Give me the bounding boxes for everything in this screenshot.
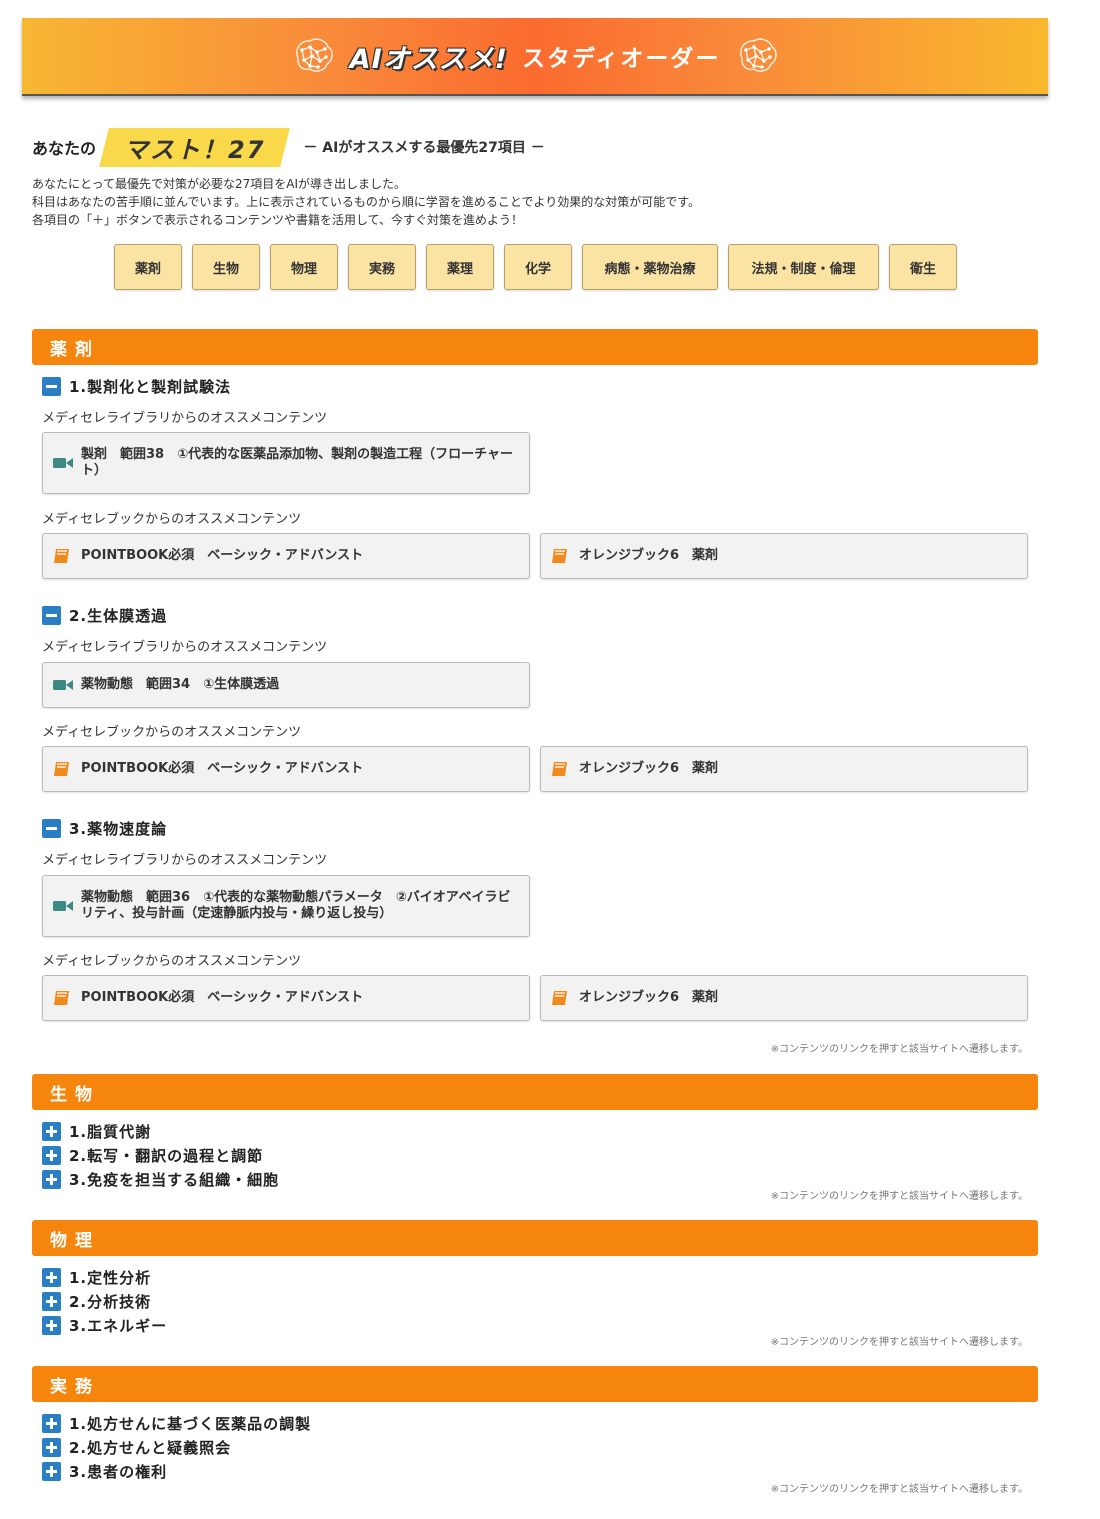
- subject-button-yakuzai[interactable]: 薬剤: [114, 244, 182, 290]
- intro-text: あなたにとって最優先で対策が必要な27項目をAIが導き出しました。 科目はあなた…: [32, 177, 701, 227]
- section-header-seibutsu: 生物: [32, 1074, 1038, 1110]
- link-note: ※コンテンツのリンクを押すと該当サイトへ遷移します。: [770, 1484, 1028, 1495]
- subject-button-butsuri[interactable]: 物理: [270, 244, 338, 290]
- link-note: ※コンテンツのリンクを押すと該当サイトへ遷移します。: [770, 1337, 1028, 1348]
- header-banner: AIオススメ! スタディオーダー: [22, 18, 1048, 96]
- minus-square-icon[interactable]: [42, 818, 61, 838]
- subject-button-yakuri[interactable]: 薬理: [426, 244, 494, 290]
- book-icon: [54, 762, 69, 776]
- book-icon: [54, 549, 69, 563]
- book-label: メディセレブックからのオススメコンテンツ: [42, 725, 302, 740]
- video-camera-icon: [53, 901, 73, 911]
- book-icon: [54, 991, 69, 1005]
- section-header-yakuzai: 薬剤: [32, 329, 1038, 365]
- must-prefix: あなたの: [32, 139, 97, 158]
- plus-square-icon[interactable]: [42, 1291, 61, 1311]
- item-toggle-butsuri-2[interactable]: 2.分析技術: [42, 1290, 151, 1312]
- item-toggle-yakuzai-1[interactable]: 1.製剤化と製剤試験法: [42, 375, 231, 397]
- subject-nav: 薬剤 生物 物理 実務 薬理 化学 病態・薬物治療 法規・制度・倫理 衛生: [114, 244, 957, 290]
- video-link-card[interactable]: 薬物動態 範囲36 ①代表的な薬物動態パラメータ ②バイオアベイラビリティ、投与…: [42, 875, 530, 937]
- library-label: メディセレライブラリからのオススメコンテンツ: [42, 853, 328, 868]
- subject-button-seibutsu[interactable]: 生物: [192, 244, 260, 290]
- book-link-card[interactable]: オレンジブック6 薬剤: [540, 975, 1028, 1021]
- library-label: メディセレライブラリからのオススメコンテンツ: [42, 411, 328, 426]
- book-link-card[interactable]: オレンジブック6 薬剤: [540, 746, 1028, 792]
- link-note: ※コンテンツのリンクを押すと該当サイトへ遷移します。: [770, 1191, 1028, 1202]
- plus-square-icon[interactable]: [42, 1145, 61, 1165]
- plus-square-icon[interactable]: [42, 1413, 61, 1433]
- plus-square-icon[interactable]: [42, 1169, 61, 1189]
- brain-network-icon: [740, 38, 778, 72]
- book-link-card[interactable]: オレンジブック6 薬剤: [540, 533, 1028, 579]
- subject-button-kagaku[interactable]: 化学: [504, 244, 572, 290]
- item-toggle-butsuri-1[interactable]: 1.定性分析: [42, 1266, 151, 1288]
- item-toggle-jitsumu-3[interactable]: 3.患者の権利: [42, 1460, 167, 1482]
- subject-button-hoki[interactable]: 法規・制度・倫理: [728, 244, 879, 290]
- subject-button-byotai[interactable]: 病態・薬物治療: [582, 244, 718, 290]
- brain-network-icon: [295, 38, 333, 72]
- subject-button-jitsumu[interactable]: 実務: [348, 244, 416, 290]
- book-icon: [552, 549, 567, 563]
- must-badge: マスト！27: [99, 127, 291, 167]
- must-tagline: － AIがオススメする最優先27項目 －: [303, 140, 545, 156]
- library-label: メディセレライブラリからのオススメコンテンツ: [42, 640, 328, 655]
- banner-subtitle: スタディオーダー: [521, 46, 721, 72]
- plus-square-icon[interactable]: [42, 1121, 61, 1141]
- item-toggle-butsuri-3[interactable]: 3.エネルギー: [42, 1314, 167, 1336]
- section-header-jitsumu: 実務: [32, 1366, 1038, 1402]
- item-toggle-seibutsu-1[interactable]: 1.脂質代謝: [42, 1120, 151, 1142]
- item-toggle-seibutsu-3[interactable]: 3.免疫を担当する組織・細胞: [42, 1168, 279, 1190]
- banner-title: AIオススメ!: [349, 43, 508, 75]
- book-link-card[interactable]: POINTBOOK必須 ベーシック・アドバンスト: [42, 975, 530, 1021]
- plus-square-icon[interactable]: [42, 1267, 61, 1287]
- video-link-card[interactable]: 製剤 範囲38 ①代表的な医薬品添加物、製剤の製造工程（フローチャート）: [42, 432, 530, 494]
- item-toggle-jitsumu-2[interactable]: 2.処方せんと疑義照会: [42, 1436, 231, 1458]
- video-link-card[interactable]: 薬物動態 範囲34 ①生体膜透過: [42, 662, 530, 708]
- section-header-butsuri: 物理: [32, 1220, 1038, 1256]
- book-label: メディセレブックからのオススメコンテンツ: [42, 954, 302, 969]
- must-heading: あなたの マスト！27 － AIがオススメする最優先27項目 －: [32, 127, 545, 167]
- book-icon: [552, 762, 567, 776]
- video-camera-icon: [53, 458, 73, 468]
- item-toggle-seibutsu-2[interactable]: 2.転写・翻訳の過程と調節: [42, 1144, 263, 1166]
- plus-square-icon[interactable]: [42, 1461, 61, 1481]
- minus-square-icon[interactable]: [42, 605, 61, 625]
- plus-square-icon[interactable]: [42, 1437, 61, 1457]
- book-icon: [552, 991, 567, 1005]
- minus-square-icon[interactable]: [42, 376, 61, 396]
- item-toggle-jitsumu-1[interactable]: 1.処方せんに基づく医薬品の調製: [42, 1412, 311, 1434]
- book-label: メディセレブックからのオススメコンテンツ: [42, 512, 302, 527]
- plus-square-icon[interactable]: [42, 1315, 61, 1335]
- item-toggle-yakuzai-2[interactable]: 2.生体膜透過: [42, 604, 167, 626]
- book-link-card[interactable]: POINTBOOK必須 ベーシック・アドバンスト: [42, 746, 530, 792]
- subject-button-eisei[interactable]: 衛生: [889, 244, 957, 290]
- video-camera-icon: [53, 680, 73, 690]
- link-note: ※コンテンツのリンクを押すと該当サイトへ遷移します。: [770, 1044, 1028, 1055]
- item-toggle-yakuzai-3[interactable]: 3.薬物速度論: [42, 817, 167, 839]
- book-link-card[interactable]: POINTBOOK必須 ベーシック・アドバンスト: [42, 533, 530, 579]
